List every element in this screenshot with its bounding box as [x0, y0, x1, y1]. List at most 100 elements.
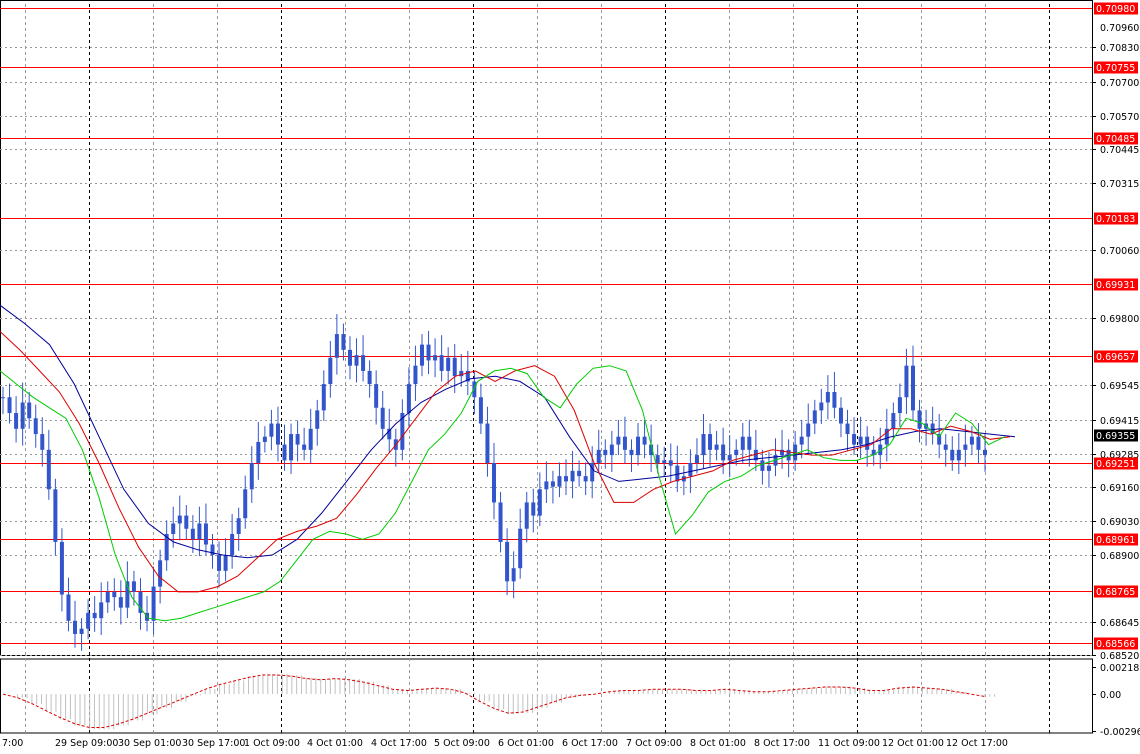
- candle-body: [341, 334, 346, 350]
- level-label: 0.69931: [1096, 280, 1135, 291]
- candle-body: [943, 444, 948, 450]
- level-label: 0.68765: [1096, 587, 1135, 598]
- osc-tick-label: 0.002185: [1100, 663, 1140, 674]
- candle-body: [308, 428, 313, 450]
- y-tick-label: 0.70830: [1100, 43, 1139, 54]
- candle-body: [904, 365, 909, 398]
- candle-body: [79, 628, 84, 634]
- candle-body: [249, 462, 254, 490]
- x-tick-label: 12 Oct 17:00: [946, 738, 1008, 749]
- candle-body: [439, 355, 444, 371]
- candle-body: [105, 591, 110, 603]
- candle-body: [1, 397, 5, 399]
- candle-body: [701, 434, 706, 456]
- candle-body: [485, 423, 490, 463]
- candle-body: [269, 423, 274, 437]
- candle-body: [184, 515, 189, 529]
- candle-body: [721, 444, 726, 461]
- candle-body: [825, 391, 830, 403]
- candle-body: [367, 370, 372, 385]
- candle-body: [275, 423, 280, 445]
- y-tick-label: 0.69800: [1100, 314, 1139, 325]
- candle-body: [27, 402, 32, 419]
- candle-body: [524, 502, 529, 529]
- y-tick-label: 0.69030: [1100, 517, 1139, 528]
- candle-body: [73, 620, 78, 634]
- candle-body: [230, 534, 235, 556]
- y-tick-label: 0.69545: [1100, 381, 1139, 392]
- x-tick-label: 6 Oct 01:00: [498, 738, 554, 749]
- candle-body: [53, 489, 58, 542]
- y-tick-label: 0.68900: [1100, 551, 1139, 562]
- candle-body: [910, 365, 915, 411]
- candle-body: [197, 523, 202, 540]
- candle-body: [806, 423, 811, 437]
- x-tick-label: 30 Sep 01:00: [118, 738, 181, 749]
- candle-body: [217, 555, 222, 571]
- y-tick-label: 0.70700: [1100, 78, 1139, 89]
- candle-body: [544, 481, 549, 490]
- x-tick-label: 7:00: [2, 738, 23, 749]
- candle-body: [452, 357, 457, 377]
- candle-body: [118, 597, 123, 608]
- candle-body: [518, 528, 523, 569]
- candle-body: [262, 436, 267, 442]
- y-tick-label: 0.68520: [1100, 651, 1139, 662]
- candle-body: [897, 397, 902, 414]
- candle-body: [59, 541, 64, 595]
- candle-body: [256, 441, 261, 463]
- candle-body: [655, 455, 660, 463]
- candle-body: [328, 357, 333, 385]
- x-tick-label: 7 Oct 09:00: [626, 738, 682, 749]
- candle-body: [688, 462, 693, 477]
- y-tick-label: 0.70445: [1100, 145, 1139, 156]
- candle-body: [413, 365, 418, 385]
- candle-body: [629, 449, 634, 456]
- candle-body: [865, 436, 870, 450]
- candle-body: [20, 402, 25, 429]
- candle-body: [747, 436, 752, 450]
- candle-body: [983, 449, 987, 456]
- candle-body: [46, 449, 51, 490]
- level-label: 0.70755: [1096, 63, 1135, 74]
- candle-body: [603, 449, 608, 456]
- price-chart[interactable]: 0.70830 0.70700 0.70570 0.70445 0.70315 0.700…: [0, 0, 1140, 754]
- candle-body: [419, 344, 424, 366]
- candle-body: [531, 502, 536, 516]
- candle-body: [321, 384, 326, 411]
- x-tick-label: 12 Oct 01:00: [882, 738, 944, 749]
- candle-body: [550, 481, 555, 487]
- candle-body: [472, 381, 477, 398]
- osc-tick-label: -0.002966: [1100, 727, 1140, 738]
- candle-body: [282, 444, 287, 461]
- candle-body: [498, 502, 503, 542]
- candle-body: [492, 462, 496, 503]
- candle-body: [976, 436, 981, 450]
- candle-body: [511, 568, 516, 582]
- candle-body: [838, 407, 843, 424]
- y-tick-label: 0.69415: [1100, 416, 1139, 427]
- level-label: 0.70980: [1096, 4, 1135, 15]
- x-tick-label: 4 Oct 01:00: [307, 738, 363, 749]
- y-tick-label-partial: 0.70960: [1100, 23, 1139, 34]
- y-tick-label: 0.69160: [1100, 483, 1139, 494]
- x-tick-label: 6 Oct 17:00: [562, 738, 618, 749]
- candle-body: [92, 612, 97, 619]
- candle-body: [478, 397, 483, 424]
- x-tick-label: 11 Oct 09:00: [818, 738, 880, 749]
- x-tick-label: 8 Oct 01:00: [690, 738, 746, 749]
- x-tick-label: 5 Oct 09:00: [434, 738, 490, 749]
- candle-body: [609, 444, 614, 456]
- level-label: 0.69251: [1096, 459, 1135, 470]
- current-price-label: 0.69355: [1096, 431, 1135, 442]
- y-tick-label: 0.70570: [1100, 112, 1139, 123]
- x-tick-label: 29 Sep 09:00: [55, 738, 118, 749]
- candle-body: [557, 476, 562, 487]
- candle-body: [636, 436, 641, 456]
- candle-body: [347, 349, 352, 366]
- chart-window[interactable]: 0.70830 0.70700 0.70570 0.70445 0.70315 0.700…: [0, 0, 1140, 754]
- candle-body: [734, 449, 739, 456]
- candle-body: [177, 515, 182, 524]
- candle-body: [832, 391, 837, 408]
- candle-body: [33, 418, 38, 435]
